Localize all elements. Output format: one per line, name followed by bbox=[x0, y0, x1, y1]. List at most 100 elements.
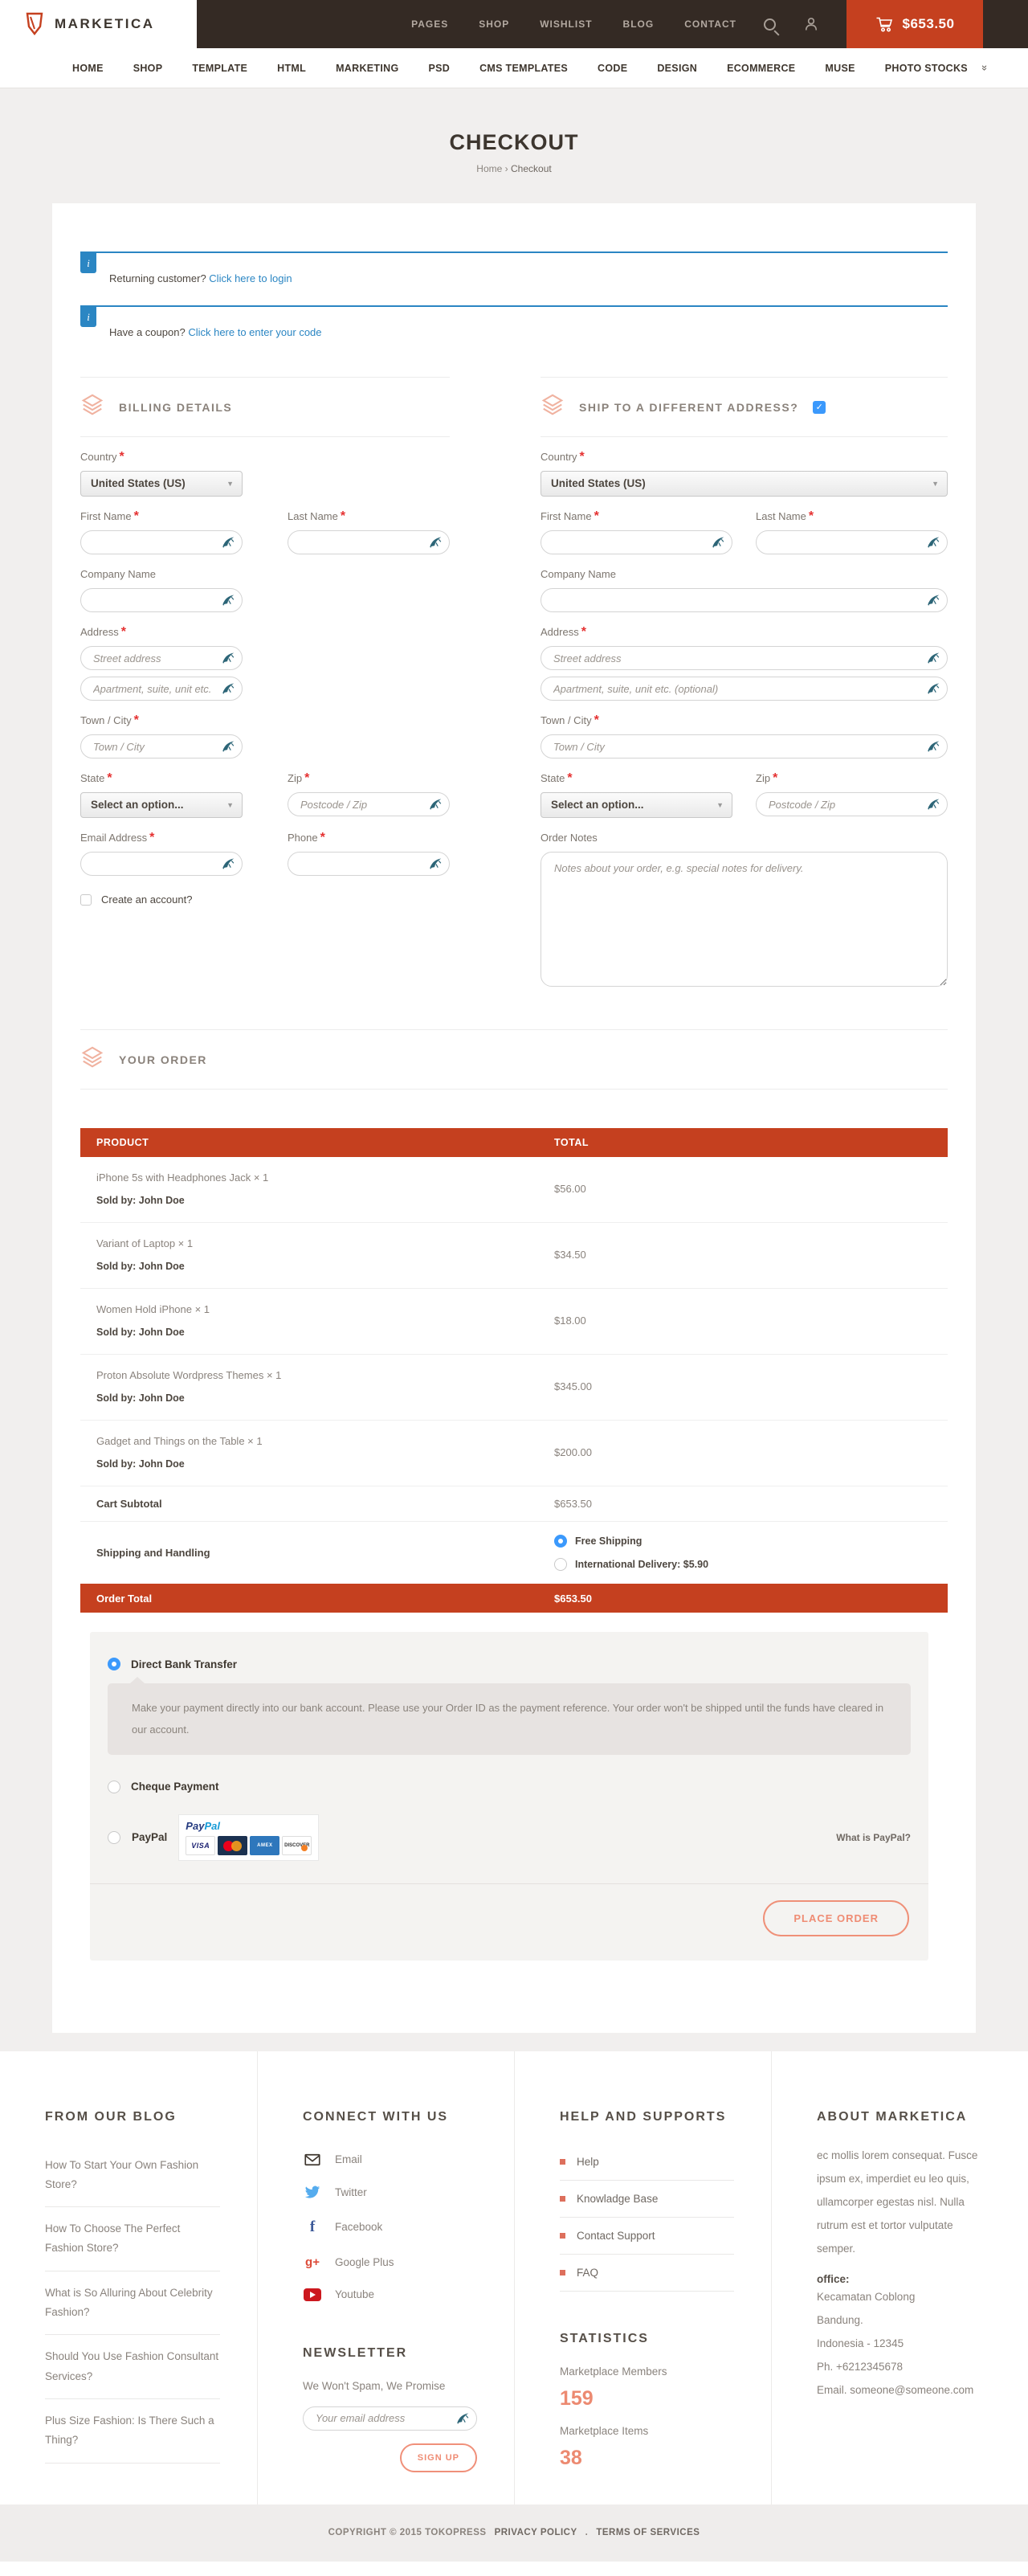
account-icon[interactable] bbox=[803, 15, 819, 33]
billing-first-name-input[interactable] bbox=[80, 530, 243, 554]
bullet-icon bbox=[560, 2196, 565, 2202]
shipping-company-input[interactable] bbox=[541, 588, 948, 612]
shipping-street-input[interactable] bbox=[541, 646, 948, 670]
autofill-icon[interactable] bbox=[926, 651, 940, 665]
radio-unselected-icon[interactable] bbox=[108, 1831, 120, 1844]
free-shipping-option[interactable]: Free Shipping bbox=[554, 1535, 948, 1548]
menu-shop[interactable]: SHOP bbox=[133, 63, 163, 74]
blog-post-link[interactable]: What is So Alluring About Celebrity Fash… bbox=[45, 2271, 220, 2336]
top-nav-contact[interactable]: CONTACT bbox=[684, 18, 736, 30]
shipping-first-name-input[interactable] bbox=[541, 530, 732, 554]
billing-state-select[interactable]: Select an option...▼ bbox=[80, 792, 243, 818]
billing-company-input[interactable] bbox=[80, 588, 243, 612]
menu-muse[interactable]: MUSE bbox=[825, 63, 855, 74]
billing-zip-input[interactable] bbox=[288, 792, 450, 816]
top-nav-blog[interactable]: BLOG bbox=[623, 18, 655, 30]
checkout-card: i Returning customer? Click here to logi… bbox=[52, 203, 976, 2033]
international-delivery-option[interactable]: International Delivery: $5.90 bbox=[554, 1558, 948, 1571]
autofill-icon[interactable] bbox=[455, 2411, 470, 2426]
coupon-link[interactable]: Click here to enter your code bbox=[188, 326, 321, 338]
autofill-icon[interactable] bbox=[221, 593, 235, 607]
newsletter-email-input[interactable] bbox=[303, 2406, 477, 2431]
top-nav-wishlist[interactable]: WISHLIST bbox=[540, 18, 592, 30]
paypal-option[interactable]: PayPal PayPal VISA AMEX DISCOVER What is… bbox=[108, 1814, 911, 1861]
menu-cms-templates[interactable]: CMS TEMPLATES bbox=[479, 63, 568, 74]
social-facebook-link[interactable]: f Facebook bbox=[303, 2209, 477, 2246]
billing-phone-input[interactable] bbox=[288, 852, 450, 876]
search-icon[interactable] bbox=[764, 18, 776, 31]
billing-last-name-input[interactable] bbox=[288, 530, 450, 554]
social-twitter-link[interactable]: Twitter bbox=[303, 2176, 477, 2209]
billing-apartment-input[interactable] bbox=[80, 677, 243, 701]
social-youtube-link[interactable]: Youtube bbox=[303, 2279, 477, 2311]
blog-post-link[interactable]: How To Choose The Perfect Fashion Store? bbox=[45, 2207, 220, 2271]
cart-button[interactable]: $653.50 bbox=[846, 0, 983, 48]
billing-country-select[interactable]: United States (US)▼ bbox=[80, 471, 243, 497]
shipping-state-select[interactable]: Select an option...▼ bbox=[541, 792, 732, 818]
billing-email-input[interactable] bbox=[80, 852, 243, 876]
autofill-icon[interactable] bbox=[926, 681, 940, 696]
autofill-icon[interactable] bbox=[711, 535, 725, 550]
autofill-icon[interactable] bbox=[221, 535, 235, 550]
order-notes-textarea[interactable] bbox=[541, 852, 948, 987]
autofill-icon[interactable] bbox=[926, 535, 940, 550]
shipping-town-input[interactable] bbox=[541, 734, 948, 758]
create-account-option[interactable]: Create an account? bbox=[80, 893, 450, 906]
place-order-button[interactable]: PLACE ORDER bbox=[763, 1900, 909, 1936]
brand-logo[interactable]: MARKETICA bbox=[0, 0, 197, 48]
breadcrumb-home[interactable]: Home bbox=[476, 163, 502, 174]
menu-marketing[interactable]: MARKETING bbox=[336, 63, 398, 74]
autofill-icon[interactable] bbox=[221, 739, 235, 754]
contact-support-link[interactable]: Contact Support bbox=[560, 2218, 734, 2255]
top-nav-shop[interactable]: SHOP bbox=[479, 18, 509, 30]
blog-post-link[interactable]: How To Start Your Own Fashion Store? bbox=[45, 2144, 220, 2208]
billing-street-input[interactable] bbox=[80, 646, 243, 670]
billing-town-input[interactable] bbox=[80, 734, 243, 758]
faq-link[interactable]: FAQ bbox=[560, 2255, 734, 2292]
radio-unselected-icon[interactable] bbox=[108, 1781, 120, 1793]
menu-ecommerce[interactable]: ECOMMERCE bbox=[727, 63, 795, 74]
shipping-last-name-input[interactable] bbox=[756, 530, 948, 554]
menu-template[interactable]: TEMPLATE bbox=[192, 63, 247, 74]
radio-selected-icon[interactable] bbox=[554, 1535, 567, 1548]
menu-code[interactable]: CODE bbox=[598, 63, 627, 74]
menu-home[interactable]: HOME bbox=[72, 63, 104, 74]
menu-design[interactable]: DESIGN bbox=[657, 63, 697, 74]
menu-psd[interactable]: PSD bbox=[428, 63, 450, 74]
top-nav-pages[interactable]: PAGES bbox=[411, 18, 448, 30]
info-icon: i bbox=[80, 253, 96, 273]
autofill-icon[interactable] bbox=[428, 797, 443, 812]
autofill-icon[interactable] bbox=[926, 593, 940, 607]
social-googleplus-link[interactable]: g+ Google Plus bbox=[303, 2246, 477, 2279]
what-is-paypal-link[interactable]: What is PayPal? bbox=[836, 1832, 911, 1843]
create-account-checkbox[interactable] bbox=[80, 894, 92, 906]
menu-expand-icon[interactable]: » bbox=[979, 65, 991, 71]
menu-html[interactable]: HTML bbox=[277, 63, 306, 74]
login-link[interactable]: Click here to login bbox=[209, 272, 292, 284]
privacy-policy-link[interactable]: PRIVACY POLICY bbox=[495, 2528, 577, 2537]
autofill-icon[interactable] bbox=[221, 857, 235, 871]
social-email-link[interactable]: Email bbox=[303, 2144, 477, 2176]
knowledge-base-link[interactable]: Knowladge Base bbox=[560, 2181, 734, 2218]
shipping-zip-input[interactable] bbox=[756, 792, 948, 816]
signup-button[interactable]: SIGN UP bbox=[400, 2443, 477, 2472]
product-total: $345.00 bbox=[554, 1380, 948, 1392]
help-link[interactable]: Help bbox=[560, 2144, 734, 2181]
autofill-icon[interactable] bbox=[926, 797, 940, 812]
shipping-apartment-input[interactable] bbox=[541, 677, 948, 701]
blog-post-link[interactable]: Should You Use Fashion Consultant Servic… bbox=[45, 2335, 220, 2399]
radio-unselected-icon[interactable] bbox=[554, 1558, 567, 1571]
autofill-icon[interactable] bbox=[926, 739, 940, 754]
shipping-country-select[interactable]: United States (US)▼ bbox=[541, 471, 948, 497]
autofill-icon[interactable] bbox=[428, 535, 443, 550]
menu-photo-stocks[interactable]: PHOTO STOCKS bbox=[885, 63, 968, 74]
autofill-icon[interactable] bbox=[221, 651, 235, 665]
autofill-icon[interactable] bbox=[428, 857, 443, 871]
cheque-payment-option[interactable]: Cheque Payment bbox=[108, 1781, 911, 1793]
bank-transfer-option[interactable]: Direct Bank Transfer bbox=[108, 1658, 911, 1670]
ship-different-checkbox[interactable]: ✓ bbox=[813, 401, 826, 414]
autofill-icon[interactable] bbox=[221, 681, 235, 696]
terms-link[interactable]: TERMS OF SERVICES bbox=[596, 2528, 700, 2537]
radio-selected-icon[interactable] bbox=[108, 1658, 120, 1670]
blog-post-link[interactable]: Plus Size Fashion: Is There Such a Thing… bbox=[45, 2399, 220, 2464]
